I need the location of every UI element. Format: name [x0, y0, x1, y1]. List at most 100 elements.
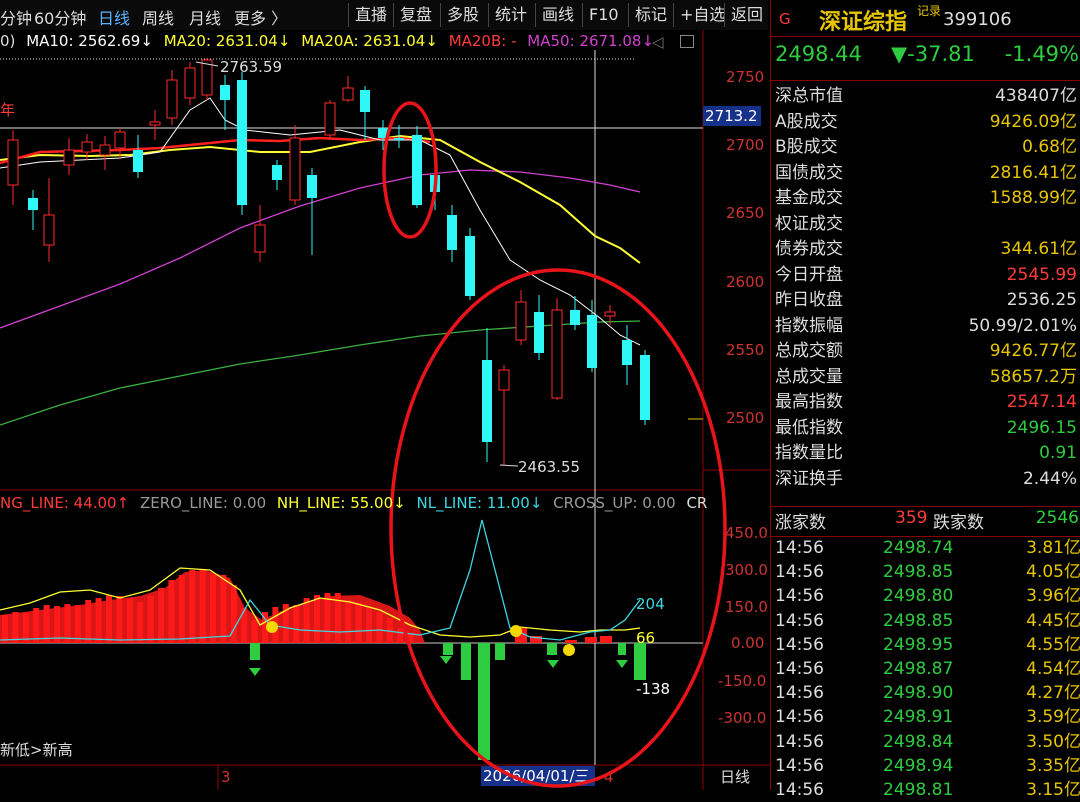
stat-label: 最高指数: [775, 392, 843, 412]
candle-body: [201, 59, 213, 96]
indicator-bar-negative: [478, 643, 490, 760]
low-price-label: 2463.55: [518, 458, 580, 476]
high-price-label: 2763.59: [220, 58, 282, 76]
ind-tick-0: 0.00: [731, 634, 764, 652]
tick-time: 14:56: [775, 659, 824, 679]
candle-body: [587, 315, 597, 368]
candle-body: [63, 149, 75, 166]
cross-up-label: CROSS_UP: 0.00: [553, 494, 676, 512]
candle-body: [166, 79, 178, 119]
down-arrow-icon: [440, 656, 452, 664]
tick-price: 2498.87: [883, 659, 954, 679]
candle-body: [570, 310, 580, 325]
ma-magenta-line: [0, 169, 641, 329]
tick-row: 14:56 2498.87 4.54亿: [775, 657, 1080, 681]
stat-value: 344.61亿: [1000, 239, 1077, 259]
tick-time: 14:56: [775, 634, 824, 655]
stat-label: 昨日收盘: [775, 290, 843, 310]
divider: [771, 80, 1080, 81]
x-mark-3: 3: [221, 768, 231, 786]
last-price: 2498.44: [775, 42, 862, 66]
record-link[interactable]: 记录: [917, 2, 941, 19]
stat-label: 权证成交: [775, 213, 843, 234]
indicator-bar-positive: [600, 636, 612, 643]
tick-row: 14:56 2498.95 4.55亿: [775, 633, 1080, 657]
up-count-label: 涨家数: [775, 513, 826, 533]
stat-label: 总成交额: [775, 341, 843, 361]
candle-body: [81, 141, 93, 153]
tick-vol: 3.81亿: [1026, 538, 1080, 558]
candle-body: [412, 135, 422, 205]
tick-time: 14:56: [775, 683, 824, 704]
tick-time: 14:56: [775, 731, 824, 752]
stat-value: 58657.2万: [989, 366, 1077, 387]
period-label[interactable]: 日线: [720, 768, 750, 786]
indicator-bar-negative: [547, 643, 557, 655]
stat-value: 2816.41亿: [989, 162, 1077, 183]
stat-value: 9426.09亿: [989, 111, 1077, 132]
stat-value: 2536.25: [1006, 290, 1077, 310]
down-count-value: 2546: [1035, 508, 1079, 528]
ind-tick-150: 150.0: [725, 598, 768, 616]
stat-label: B股成交: [775, 137, 838, 157]
ma-white-line: [0, 97, 641, 346]
stat-row: 今日开盘 2545.99: [775, 263, 1077, 288]
candle-body: [43, 214, 55, 246]
indicator-bar-negative: [634, 643, 646, 680]
candle-body: [515, 301, 527, 341]
price-tick-2750: 2750: [726, 68, 764, 86]
divider: [771, 506, 1080, 507]
tick-row: 14:56 2498.94 3.35亿: [775, 754, 1080, 778]
stat-value: 1588.99亿: [989, 188, 1077, 208]
candle-body: [237, 80, 247, 205]
candle-body: [498, 369, 510, 391]
stat-value: 2.44%: [1022, 468, 1077, 489]
candle-body: [307, 175, 317, 198]
stat-value: 2547.14: [1006, 392, 1077, 412]
down-count-label: 跌家数: [933, 513, 984, 533]
stat-label: 最低指数: [775, 417, 843, 438]
new-low-new-high-note: 新低>新高: [0, 741, 73, 759]
candle-body: [394, 138, 404, 140]
candle-body: [534, 312, 544, 353]
candle-body: [114, 131, 126, 149]
indicator-legend: NG_LINE: 44.00↑ ZERO_LINE: 0.00 NH_LINE:…: [0, 494, 707, 512]
index-name: 深证综指: [819, 10, 908, 35]
tick-price: 2498.81: [883, 780, 954, 800]
tick-vol: 3.35亿: [1026, 755, 1080, 776]
price-change: ▼-37.81: [891, 42, 975, 66]
cr-label: CR: [686, 494, 708, 512]
tick-time: 14:56: [775, 538, 824, 558]
price-tick-2600: 2600: [726, 273, 764, 291]
indicator-value-neg138: -138: [636, 680, 670, 698]
tick-vol: 4.54亿: [1026, 659, 1080, 679]
tick-price: 2498.85: [883, 610, 954, 631]
tick-row: 14:56 2498.81 3.15亿: [775, 778, 1080, 802]
down-arrow-icon: [547, 660, 559, 668]
indicator-value-66: 66: [636, 629, 655, 647]
tick-price: 2498.95: [883, 634, 954, 655]
tick-time: 14:56: [775, 586, 824, 607]
stat-label: 深证换手: [775, 468, 843, 489]
candle-body: [220, 85, 230, 100]
stat-row: 指数量比 0.91: [775, 441, 1077, 466]
candle-body: [482, 360, 492, 442]
tick-price: 2498.84: [883, 731, 954, 752]
up-count-value: 359: [895, 508, 928, 528]
candle-body: [342, 87, 354, 101]
tick-vol: 4.27亿: [1026, 683, 1080, 704]
tick-row: 14:56 2498.91 3.59亿: [775, 705, 1080, 729]
price-tick-2700: 2700: [726, 136, 764, 154]
tick-row: 14:56 2498.80 3.96亿: [775, 584, 1080, 608]
stat-label: 总成交量: [775, 366, 843, 387]
ind-tick-neg300: -300.0: [718, 709, 766, 727]
stat-row: 深总市值 438407亿: [775, 84, 1077, 109]
candles: [7, 58, 650, 465]
divider: [771, 36, 1080, 37]
stat-row: B股成交 0.68亿: [775, 135, 1077, 160]
stat-label: 深总市值: [775, 86, 843, 106]
down-arrow-icon: [616, 660, 628, 668]
index-code: 399106: [943, 9, 1012, 30]
indicator-value-204: 204: [636, 595, 665, 613]
stat-row: 总成交额 9426.77亿: [775, 339, 1077, 364]
